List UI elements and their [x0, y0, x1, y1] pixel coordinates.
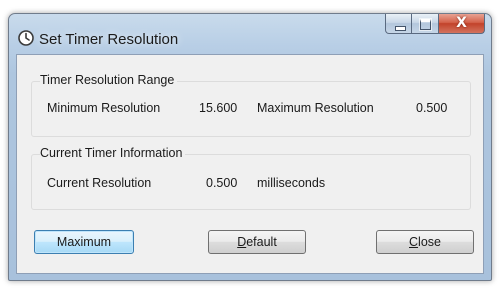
default-accel-key: D: [237, 235, 247, 249]
close-window-button[interactable]: X: [439, 14, 485, 34]
maximum-button-label: Maximum: [56, 235, 112, 249]
dialog-client-area: Timer Resolution Range Minimum Resolutio…: [16, 54, 484, 274]
maximum-resolution-value: 0.500: [416, 101, 448, 115]
minimize-icon: [395, 26, 406, 31]
milliseconds-unit: milliseconds: [257, 176, 326, 190]
minimize-button[interactable]: [385, 14, 412, 34]
current-resolution-label: Current Resolution: [47, 176, 152, 190]
current-timer-information-group: Current Timer Information Current Resolu…: [31, 146, 471, 210]
maximum-resolution-label: Maximum Resolution: [257, 101, 374, 115]
clock-icon: [18, 30, 34, 46]
default-button-label: efault: [246, 235, 277, 249]
close-button-label: lose: [418, 235, 441, 249]
minimum-resolution-label: Minimum Resolution: [47, 101, 161, 115]
group-title-current: Current Timer Information: [40, 146, 186, 160]
maximum-button[interactable]: Maximum: [34, 230, 134, 254]
default-button[interactable]: Default: [208, 230, 306, 254]
maximize-icon: [419, 18, 432, 31]
dialog-window: Set Timer Resolution X Timer Resolution …: [8, 13, 492, 281]
maximize-button[interactable]: [412, 14, 439, 34]
caption-buttons: X: [385, 14, 485, 36]
minimum-resolution-value: 15.600: [199, 101, 238, 115]
close-accel-key: C: [409, 235, 419, 249]
close-button[interactable]: Close: [376, 230, 474, 254]
title-bar[interactable]: Set Timer Resolution X: [9, 14, 491, 54]
close-icon: X: [456, 15, 467, 31]
current-resolution-value: 0.500: [206, 176, 238, 190]
window-title: Set Timer Resolution: [39, 31, 179, 48]
timer-resolution-range-group: Timer Resolution Range Minimum Resolutio…: [31, 73, 471, 137]
group-title-range: Timer Resolution Range: [40, 73, 178, 87]
